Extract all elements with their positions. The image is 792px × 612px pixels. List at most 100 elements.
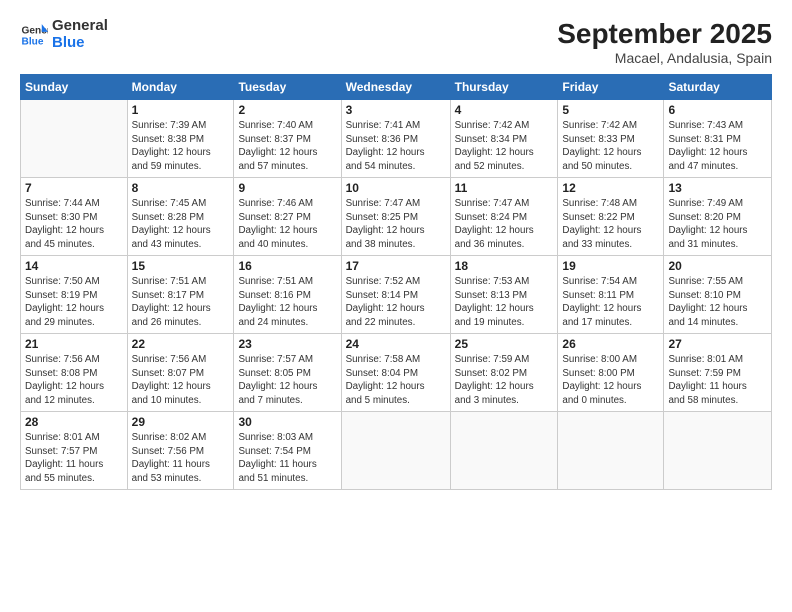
month-title: September 2025 xyxy=(557,18,772,50)
day-number: 20 xyxy=(668,259,767,273)
day-cell: 7 Sunrise: 7:44 AMSunset: 8:30 PMDaylight… xyxy=(21,178,128,256)
day-info: Sunrise: 7:44 AMSunset: 8:30 PMDaylight:… xyxy=(25,197,123,252)
day-number: 2 xyxy=(238,103,336,117)
day-info: Sunrise: 7:51 AMSunset: 8:17 PMDaylight:… xyxy=(132,275,230,330)
day-info: Sunrise: 7:53 AMSunset: 8:13 PMDaylight:… xyxy=(455,275,554,330)
day-info: Sunrise: 8:03 AMSunset: 7:54 PMDaylight:… xyxy=(238,431,336,486)
day-header-saturday: Saturday xyxy=(664,75,772,100)
day-number: 21 xyxy=(25,337,123,351)
day-info: Sunrise: 7:43 AMSunset: 8:31 PMDaylight:… xyxy=(668,119,767,174)
day-header-thursday: Thursday xyxy=(450,75,558,100)
day-info: Sunrise: 7:46 AMSunset: 8:27 PMDaylight:… xyxy=(238,197,336,252)
day-cell: 3 Sunrise: 7:41 AMSunset: 8:36 PMDaylight… xyxy=(341,100,450,178)
day-info: Sunrise: 7:54 AMSunset: 8:11 PMDaylight:… xyxy=(562,275,659,330)
day-cell: 2 Sunrise: 7:40 AMSunset: 8:37 PMDaylight… xyxy=(234,100,341,178)
day-cell xyxy=(664,412,772,490)
day-cell: 10 Sunrise: 7:47 AMSunset: 8:25 PMDayligh… xyxy=(341,178,450,256)
day-cell: 24 Sunrise: 7:58 AMSunset: 8:04 PMDayligh… xyxy=(341,334,450,412)
day-info: Sunrise: 8:00 AMSunset: 8:00 PMDaylight:… xyxy=(562,353,659,408)
day-cell xyxy=(21,100,128,178)
day-info: Sunrise: 7:47 AMSunset: 8:25 PMDaylight:… xyxy=(346,197,446,252)
day-number: 27 xyxy=(668,337,767,351)
day-info: Sunrise: 7:51 AMSunset: 8:16 PMDaylight:… xyxy=(238,275,336,330)
day-number: 29 xyxy=(132,415,230,429)
day-number: 3 xyxy=(346,103,446,117)
title-block: September 2025 Macael, Andalusia, Spain xyxy=(557,18,772,66)
day-cell: 5Sunrise: 7:42 AMSunset: 8:33 PMDaylight… xyxy=(558,100,664,178)
day-number: 1 xyxy=(132,103,230,117)
day-number: 23 xyxy=(238,337,336,351)
day-cell: 20 Sunrise: 7:55 AMSunset: 8:10 PMDayligh… xyxy=(664,256,772,334)
day-cell: 12 Sunrise: 7:48 AMSunset: 8:22 PMDayligh… xyxy=(558,178,664,256)
day-number: 24 xyxy=(346,337,446,351)
day-info: Sunrise: 7:39 AMSunset: 8:38 PMDaylight:… xyxy=(132,119,230,174)
day-info: Sunrise: 7:56 AMSunset: 8:07 PMDaylight:… xyxy=(132,353,230,408)
day-cell: 23Sunrise: 7:57 AMSunset: 8:05 PMDayligh… xyxy=(234,334,341,412)
day-info: Sunrise: 7:47 AMSunset: 8:24 PMDaylight:… xyxy=(455,197,554,252)
day-cell: 13 Sunrise: 7:49 AMSunset: 8:20 PMDayligh… xyxy=(664,178,772,256)
day-cell: 25 Sunrise: 7:59 AMSunset: 8:02 PMDayligh… xyxy=(450,334,558,412)
day-cell: 4Sunrise: 7:42 AMSunset: 8:34 PMDaylight… xyxy=(450,100,558,178)
day-info: Sunrise: 8:01 AMSunset: 7:59 PMDaylight:… xyxy=(668,353,767,408)
day-cell: 15 Sunrise: 7:51 AMSunset: 8:17 PMDayligh… xyxy=(127,256,234,334)
day-number: 13 xyxy=(668,181,767,195)
day-header-monday: Monday xyxy=(127,75,234,100)
page: General Blue General Blue September 2025… xyxy=(0,0,792,612)
day-number: 18 xyxy=(455,259,554,273)
day-cell: 26Sunrise: 8:00 AMSunset: 8:00 PMDayligh… xyxy=(558,334,664,412)
day-number: 11 xyxy=(455,181,554,195)
day-info: Sunrise: 7:48 AMSunset: 8:22 PMDaylight:… xyxy=(562,197,659,252)
week-row-0: 1 Sunrise: 7:39 AMSunset: 8:38 PMDaylight… xyxy=(21,100,772,178)
day-number: 10 xyxy=(346,181,446,195)
day-info: Sunrise: 7:50 AMSunset: 8:19 PMDaylight:… xyxy=(25,275,123,330)
day-header-wednesday: Wednesday xyxy=(341,75,450,100)
day-cell: 9 Sunrise: 7:46 AMSunset: 8:27 PMDaylight… xyxy=(234,178,341,256)
day-info: Sunrise: 7:59 AMSunset: 8:02 PMDaylight:… xyxy=(455,353,554,408)
day-cell: 11 Sunrise: 7:47 AMSunset: 8:24 PMDayligh… xyxy=(450,178,558,256)
day-number: 9 xyxy=(238,181,336,195)
week-row-2: 14Sunrise: 7:50 AMSunset: 8:19 PMDayligh… xyxy=(21,256,772,334)
logo-line2: Blue xyxy=(52,35,108,52)
day-number: 7 xyxy=(25,181,123,195)
day-info: Sunrise: 8:01 AMSunset: 7:57 PMDaylight:… xyxy=(25,431,123,486)
day-info: Sunrise: 7:49 AMSunset: 8:20 PMDaylight:… xyxy=(668,197,767,252)
day-cell: 27 Sunrise: 8:01 AMSunset: 7:59 PMDayligh… xyxy=(664,334,772,412)
svg-text:Blue: Blue xyxy=(22,36,44,47)
day-header-tuesday: Tuesday xyxy=(234,75,341,100)
day-info: Sunrise: 7:55 AMSunset: 8:10 PMDaylight:… xyxy=(668,275,767,330)
day-cell: 6 Sunrise: 7:43 AMSunset: 8:31 PMDaylight… xyxy=(664,100,772,178)
calendar-table: SundayMondayTuesdayWednesdayThursdayFrid… xyxy=(20,74,772,490)
day-cell xyxy=(558,412,664,490)
day-number: 19 xyxy=(562,259,659,273)
week-row-1: 7 Sunrise: 7:44 AMSunset: 8:30 PMDaylight… xyxy=(21,178,772,256)
day-number: 17 xyxy=(346,259,446,273)
logo-icon: General Blue xyxy=(20,21,48,49)
week-row-4: 28 Sunrise: 8:01 AMSunset: 7:57 PMDayligh… xyxy=(21,412,772,490)
day-number: 28 xyxy=(25,415,123,429)
day-info: Sunrise: 7:56 AMSunset: 8:08 PMDaylight:… xyxy=(25,353,123,408)
day-info: Sunrise: 7:45 AMSunset: 8:28 PMDaylight:… xyxy=(132,197,230,252)
logo: General Blue General Blue xyxy=(20,18,108,51)
day-number: 16 xyxy=(238,259,336,273)
day-number: 25 xyxy=(455,337,554,351)
day-info: Sunrise: 7:41 AMSunset: 8:36 PMDaylight:… xyxy=(346,119,446,174)
day-cell: 18 Sunrise: 7:53 AMSunset: 8:13 PMDayligh… xyxy=(450,256,558,334)
day-number: 15 xyxy=(132,259,230,273)
day-number: 6 xyxy=(668,103,767,117)
day-info: Sunrise: 7:58 AMSunset: 8:04 PMDaylight:… xyxy=(346,353,446,408)
header-row: SundayMondayTuesdayWednesdayThursdayFrid… xyxy=(21,75,772,100)
day-info: Sunrise: 8:02 AMSunset: 7:56 PMDaylight:… xyxy=(132,431,230,486)
day-cell: 22 Sunrise: 7:56 AMSunset: 8:07 PMDayligh… xyxy=(127,334,234,412)
day-number: 8 xyxy=(132,181,230,195)
day-number: 22 xyxy=(132,337,230,351)
day-cell xyxy=(450,412,558,490)
day-number: 5 xyxy=(562,103,659,117)
day-number: 12 xyxy=(562,181,659,195)
day-cell xyxy=(341,412,450,490)
day-cell: 14Sunrise: 7:50 AMSunset: 8:19 PMDayligh… xyxy=(21,256,128,334)
day-info: Sunrise: 7:40 AMSunset: 8:37 PMDaylight:… xyxy=(238,119,336,174)
day-number: 30 xyxy=(238,415,336,429)
day-info: Sunrise: 7:52 AMSunset: 8:14 PMDaylight:… xyxy=(346,275,446,330)
day-cell: 29 Sunrise: 8:02 AMSunset: 7:56 PMDayligh… xyxy=(127,412,234,490)
day-cell: 1 Sunrise: 7:39 AMSunset: 8:38 PMDaylight… xyxy=(127,100,234,178)
